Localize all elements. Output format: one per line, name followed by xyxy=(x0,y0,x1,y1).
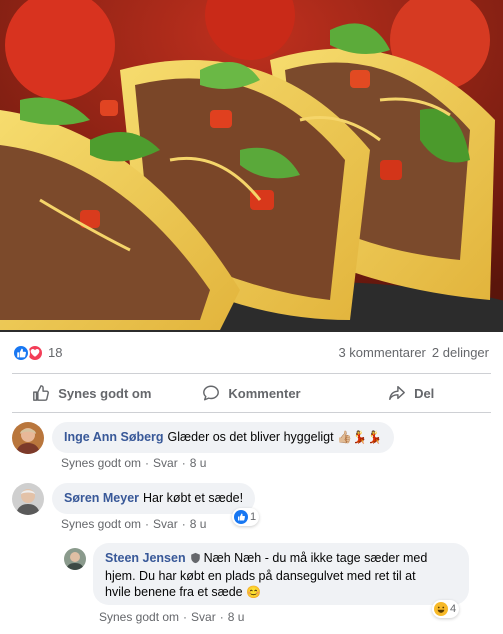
reply-text-line1: Næh Næh - du må ikke tage sæder med xyxy=(203,551,428,565)
comment-reaction-badge[interactable]: 1 xyxy=(232,508,260,526)
comment-reaction-count: 1 xyxy=(250,511,257,523)
avatar[interactable] xyxy=(64,548,86,570)
post-image[interactable] xyxy=(0,0,503,332)
comment-author[interactable]: Søren Meyer xyxy=(64,491,139,505)
share-button[interactable]: Del xyxy=(331,376,491,410)
like-button[interactable]: Synes godt om xyxy=(12,376,172,410)
reply-meta: Synes godt om · Svar · 8 u xyxy=(99,610,245,624)
reaction-icons[interactable] xyxy=(12,343,44,362)
reply-like-link[interactable]: Synes godt om xyxy=(99,610,179,624)
reply-bubble: Steen Jensen Næh Næh - du må ikke tage s… xyxy=(93,543,469,605)
reply-author[interactable]: Steen Jensen xyxy=(105,551,186,565)
comment-bubble: Søren Meyer Har købt et sæde! xyxy=(52,483,256,514)
comments-count-link[interactable]: 3 kommentarer xyxy=(338,345,425,360)
comment-like-link[interactable]: Synes godt om xyxy=(61,456,141,470)
thumbs-up-icon xyxy=(33,385,50,401)
comment-button-label: Kommenter xyxy=(228,385,301,401)
like-reaction-icon xyxy=(234,510,248,524)
smile-emoji: 😊 xyxy=(246,585,262,599)
reply-reply-link[interactable]: Svar xyxy=(191,610,216,624)
comment-button[interactable]: Kommenter xyxy=(172,376,332,410)
reply-text-line2: hjem. Du har købt en plads på dansegulve… xyxy=(105,569,416,583)
shield-badge-icon xyxy=(190,552,201,568)
shares-count-link[interactable]: 2 delinger xyxy=(432,345,489,360)
reply-timestamp[interactable]: 8 u xyxy=(228,610,245,624)
comment-text: Glæder os det bliver hyggeligt xyxy=(167,430,334,444)
comment-reply-link[interactable]: Svar xyxy=(153,517,178,531)
comment-like-link[interactable]: Synes godt om xyxy=(61,517,141,531)
reactions-summary-bar: 18 3 kommentarer 2 delinger xyxy=(0,332,503,373)
comment-bubble-icon xyxy=(203,385,220,401)
divider xyxy=(12,412,491,413)
post-action-bar: Synes godt om Kommenter Del xyxy=(12,374,491,412)
reply-reaction-count: 4 xyxy=(450,603,457,615)
reply-comment: Steen Jensen Næh Næh - du må ikke tage s… xyxy=(64,543,469,605)
comment-meta: Synes godt om · Svar · 8 u xyxy=(61,517,207,531)
like-reaction-icon xyxy=(12,343,30,362)
like-button-label: Synes godt om xyxy=(58,385,152,401)
comment-text: Har købt et sæde! xyxy=(143,491,244,505)
comment-timestamp[interactable]: 8 u xyxy=(190,456,207,470)
reply-reaction-badge[interactable]: 4 xyxy=(432,600,460,618)
comment-author[interactable]: Inge Ann Søberg xyxy=(64,430,164,444)
comment-bubble: Inge Ann Søberg Glæder os det bliver hygg… xyxy=(52,422,394,453)
comment-reply-link[interactable]: Svar xyxy=(153,456,178,470)
haha-reaction-icon xyxy=(434,602,448,616)
share-button-label: Del xyxy=(414,385,435,401)
comment-emojis: 👍🏼💃💃 xyxy=(337,430,382,444)
share-arrow-icon xyxy=(389,385,405,401)
reply-text-line3: hvile benene fra et sæde xyxy=(105,585,243,599)
comment: Søren Meyer Har købt et sæde! xyxy=(12,483,256,515)
comment-timestamp[interactable]: 8 u xyxy=(190,517,207,531)
avatar[interactable] xyxy=(12,422,44,454)
comment-meta: Synes godt om · Svar · 8 u xyxy=(61,456,207,470)
comment: Inge Ann Søberg Glæder os det bliver hygg… xyxy=(12,422,394,454)
avatar[interactable] xyxy=(12,483,44,515)
tacos-photo xyxy=(0,0,503,332)
reaction-count[interactable]: 18 xyxy=(48,345,62,360)
